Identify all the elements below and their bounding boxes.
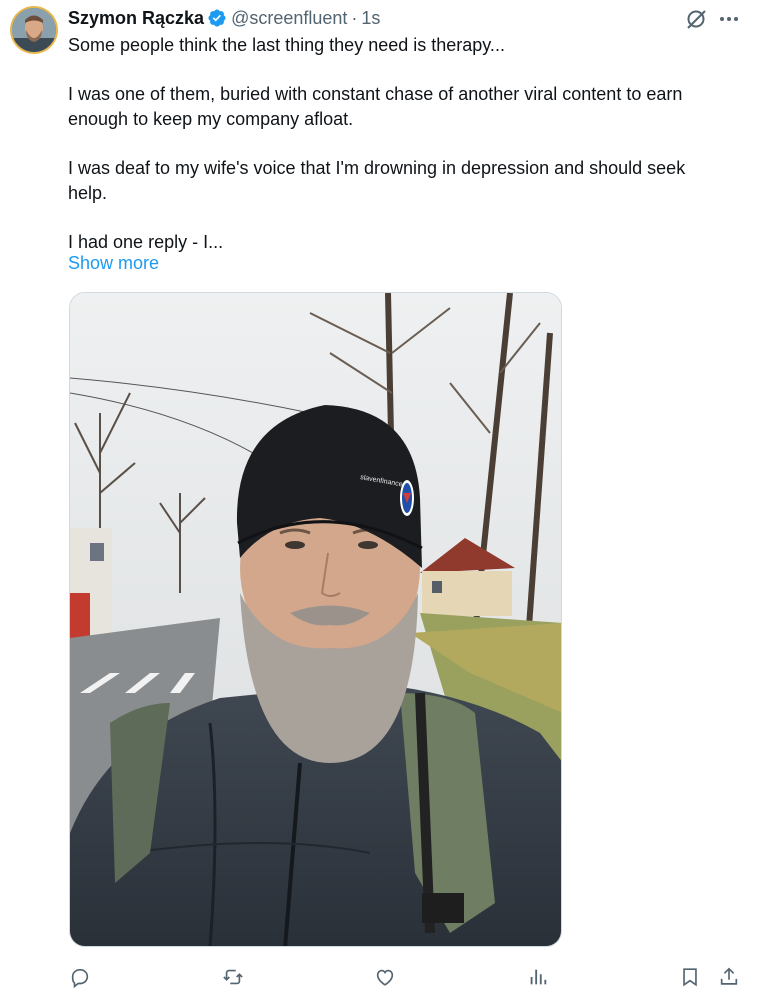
reply-icon[interactable] <box>67 964 93 990</box>
repost-icon[interactable] <box>220 964 246 990</box>
tweet-paragraph: I was one of them, buried with constant … <box>68 84 683 129</box>
author-handle[interactable]: @screenfluent <box>231 8 347 29</box>
tweet-paragraph: Some people think the last thing they ne… <box>68 35 505 55</box>
author-display-name[interactable]: Szymon Rączka <box>68 8 204 29</box>
share-icon[interactable] <box>716 964 742 990</box>
like-icon[interactable] <box>372 964 398 990</box>
more-options-icon[interactable] <box>716 7 742 31</box>
verified-badge-icon <box>207 8 227 28</box>
tweet-paragraph: I had one reply - I... <box>68 232 224 252</box>
tweet-text: Some people think the last thing they ne… <box>68 33 718 255</box>
tweet-paragraph: I was deaf to my wife's voice that I'm d… <box>68 158 686 203</box>
tweet[interactable]: Szymon Rączka @screenfluent · 1s Some pe… <box>0 0 757 1000</box>
avatar-image <box>12 8 56 52</box>
grok-icon[interactable] <box>684 7 708 31</box>
bookmark-icon[interactable] <box>677 964 703 990</box>
show-more-link[interactable]: Show more <box>68 253 159 274</box>
tweet-timestamp[interactable]: 1s <box>361 8 380 29</box>
views-icon[interactable] <box>525 964 551 990</box>
tweet-header: Szymon Rączka @screenfluent · 1s <box>68 6 380 30</box>
header-separator: · <box>351 7 358 28</box>
tweet-photo[interactable]: slavenfinance <box>69 292 562 947</box>
tweet-action-bar <box>0 962 757 992</box>
avatar[interactable] <box>10 6 58 54</box>
